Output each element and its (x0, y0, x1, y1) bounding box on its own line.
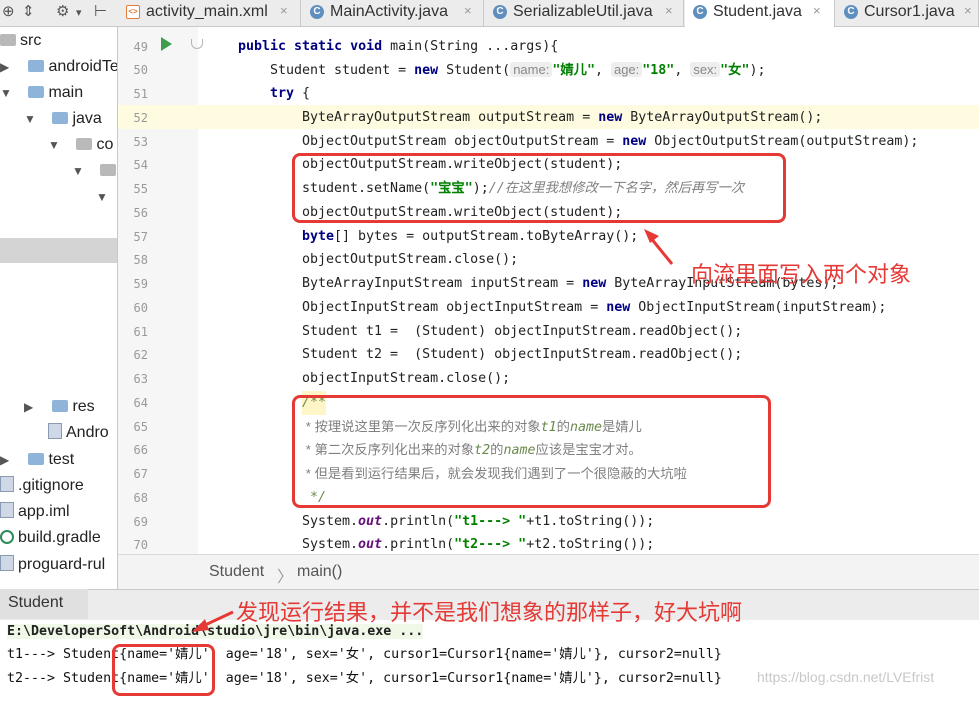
annotation-result-not-expected: 发现运行结果，并不是我们想象的那样子，好大坑啊 (236, 600, 743, 625)
annotation-write-two-objects: 向流里面写入两个对象 (691, 262, 912, 287)
arrow-to-output-icon (192, 610, 234, 632)
arrow-to-write-icon (644, 229, 674, 265)
watermark: https://blog.csdn.net/LVEfrist (757, 669, 935, 685)
